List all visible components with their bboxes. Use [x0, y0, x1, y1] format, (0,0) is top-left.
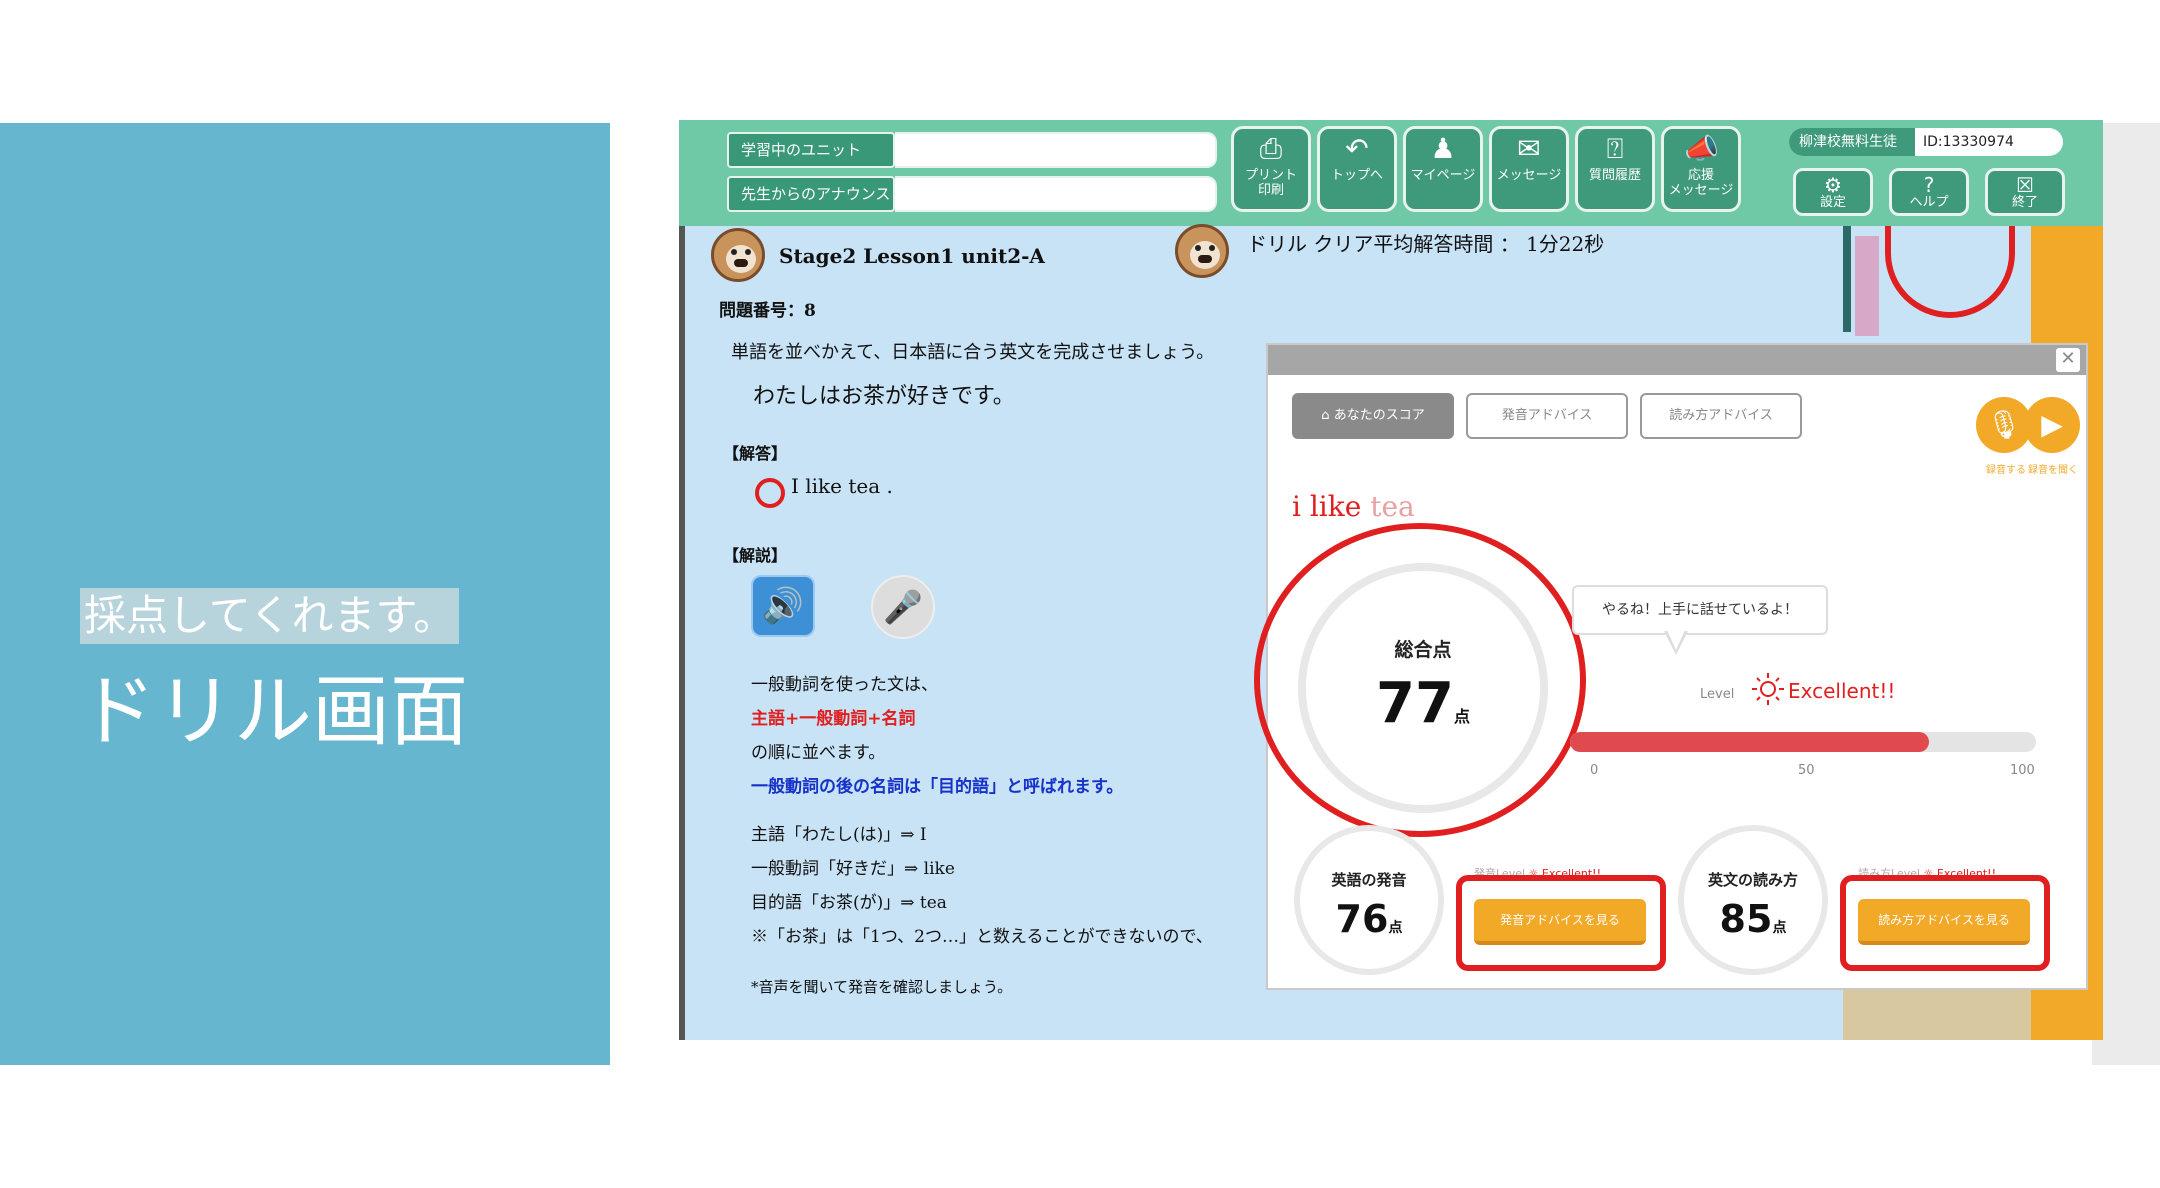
tab-pronunciation-advice[interactable]: 発音アドバイス	[1466, 393, 1628, 439]
explanation-object: 一般動詞の後の名詞は「目的語」と呼ばれます。	[751, 777, 1124, 797]
home-icon: ⌂	[1321, 408, 1334, 423]
record-label: 録音する	[1986, 465, 2026, 476]
explanation-object-word: 目的語「お茶(が)」⇒ tea	[751, 893, 947, 913]
announce-field	[895, 176, 1217, 212]
bulldog-icon	[711, 228, 765, 282]
average-time: ドリル クリア平均解答時間 ： 1分22秒	[1247, 232, 1605, 256]
exit-button[interactable]: ☒ 終了	[1985, 168, 2065, 216]
play-audio-button[interactable]: 🔊	[751, 575, 815, 637]
highlight-ring-total	[1254, 523, 1586, 837]
pronunciation-score-circle: 英語の発音 76点	[1294, 825, 1444, 975]
megaphone-icon: 📣	[1684, 132, 1719, 165]
speaker-icon: 🔊	[761, 586, 805, 626]
feedback-bubble: やるね！上手に話せているよ！	[1572, 585, 1828, 635]
microphone-icon: 🎤	[883, 588, 923, 626]
bulldog-icon	[1175, 224, 1229, 278]
question-history-icon: ⍰	[1606, 132, 1624, 165]
slide-side-panel: 採点してくれます。 ドリル画面	[0, 123, 610, 1065]
spoken-sentence: i like tea	[1292, 490, 1415, 523]
question-icon: ?	[1923, 173, 1935, 197]
close-icon: ☒	[2016, 173, 2034, 197]
drill-screenshot: 学習中のユニット 先生からのアナウンス ⎙ プリント 印刷 ↶ トップへ ♟ マイページ…	[679, 120, 2103, 1040]
play-icon: ▶	[2041, 408, 2063, 441]
explanation-header: 【解説】	[723, 546, 788, 565]
explanation-verb: 一般動詞「好きだ」⇒ like	[751, 859, 955, 879]
score-panel-header: ✕	[1268, 345, 2086, 375]
content-left-border	[679, 226, 685, 1040]
explanation-line-3: の順に並べます。	[751, 743, 886, 763]
listen-label: 録音を聞く	[2028, 465, 2078, 476]
explanation-formula: 主語+一般動詞+名詞	[751, 709, 916, 729]
slide: 採点してくれます。 ドリル画面 学習中のユニット 先生からのアナウンス ⎙ プリン…	[0, 0, 2160, 1188]
microphone-icon: 🎙	[1986, 408, 2022, 441]
record-button-disabled[interactable]: 🎤	[871, 575, 935, 639]
announce-label: 先生からのアナウンス	[727, 176, 895, 212]
level-label: Level	[1700, 687, 1735, 702]
top-button[interactable]: ↶ トップへ	[1317, 126, 1397, 212]
back-arrow-icon: ↶	[1345, 132, 1369, 165]
reading-score: 85点	[1719, 897, 1787, 941]
highlight-box-reading	[1840, 875, 2050, 971]
printer-icon: ⎙	[1259, 132, 1283, 165]
message-button[interactable]: ✉ メッセージ	[1489, 126, 1569, 212]
user-name: 柳津校無料生徒	[1789, 128, 1915, 156]
close-icon[interactable]: ✕	[2056, 348, 2080, 372]
slide-subtitle: 採点してくれます。	[80, 588, 460, 644]
instruction: 単語を並べかえて、日本語に合う英文を完成させましょう。	[731, 342, 1215, 363]
explanation-note: ※「お茶」は「1つ、2つ…」と数えることができないので、	[751, 927, 1213, 947]
bar-tick-100: 100	[2010, 763, 2035, 778]
settings-button[interactable]: ⚙ 設定	[1793, 168, 1873, 216]
mypage-button[interactable]: ♟ マイページ	[1403, 126, 1483, 212]
unit-field	[895, 132, 1217, 168]
listen-button[interactable]: ▶	[2024, 397, 2080, 453]
explanation-line-1: 一般動詞を使った文は、	[751, 675, 938, 695]
lesson-title: Stage2 Lesson1 unit2-A	[779, 244, 1045, 268]
pronunciation-label: 英語の発音	[1331, 871, 1407, 889]
score-panel: ✕ ⌂ あなたのスコア 発音アドバイス 読み方アドバイス 🎙 録音する ▶ 録音…	[1254, 343, 2088, 990]
tab-reading-advice[interactable]: 読み方アドバイス	[1640, 393, 1802, 439]
score-bar	[1570, 732, 2036, 752]
user-id: ID:13330974	[1923, 134, 2014, 150]
bar-tick-50: 50	[1798, 763, 1815, 778]
bubble-tail-inner	[1667, 630, 1685, 650]
cheer-message-button[interactable]: 📣 応援 メッセージ	[1661, 126, 1741, 212]
help-button[interactable]: ? ヘルプ	[1889, 168, 1969, 216]
explanation-audio-note: *音声を聞いて発音を確認しましょう。	[751, 978, 1013, 996]
answer-text: I like tea .	[791, 474, 893, 498]
correct-circle-icon	[755, 478, 785, 508]
reading-score-circle: 英文の読み方 85点	[1678, 825, 1828, 975]
level-value: Excellent!!	[1788, 679, 1896, 703]
bar-tick-0: 0	[1590, 763, 1599, 778]
gear-icon: ⚙	[1824, 173, 1842, 197]
unit-label: 学習中のユニット	[727, 132, 895, 168]
highlight-box-pronunciation	[1456, 875, 1666, 971]
reading-label: 英文の読み方	[1707, 871, 1798, 889]
question-number: 問題番号：8	[719, 301, 816, 321]
user-info: 柳津校無料生徒 ID:13330974	[1789, 128, 2063, 156]
envelope-icon: ✉	[1517, 132, 1541, 165]
right-strip-image	[1855, 236, 1879, 336]
explanation-subject: 主語「わたし(は)」⇒ I	[751, 825, 927, 845]
print-button[interactable]: ⎙ プリント 印刷	[1231, 126, 1311, 212]
right-strip-edge	[1843, 226, 1851, 332]
question-history-button[interactable]: ⍰ 質問履歴	[1575, 126, 1655, 212]
slide-title: ドリル画面	[78, 667, 469, 757]
score-bar-fill	[1570, 732, 1929, 752]
japanese-sentence: わたしはお茶が好きです。	[753, 384, 1015, 409]
pronunciation-score: 76点	[1335, 897, 1403, 941]
sun-icon	[1752, 673, 1784, 705]
answer-header: 【解答】	[723, 444, 788, 463]
top-toolbar: 学習中のユニット 先生からのアナウンス ⎙ プリント 印刷 ↶ トップへ ♟ マイページ…	[679, 120, 2103, 226]
person-icon: ♟	[1430, 132, 1456, 165]
tab-your-score[interactable]: ⌂ あなたのスコア	[1292, 393, 1454, 439]
